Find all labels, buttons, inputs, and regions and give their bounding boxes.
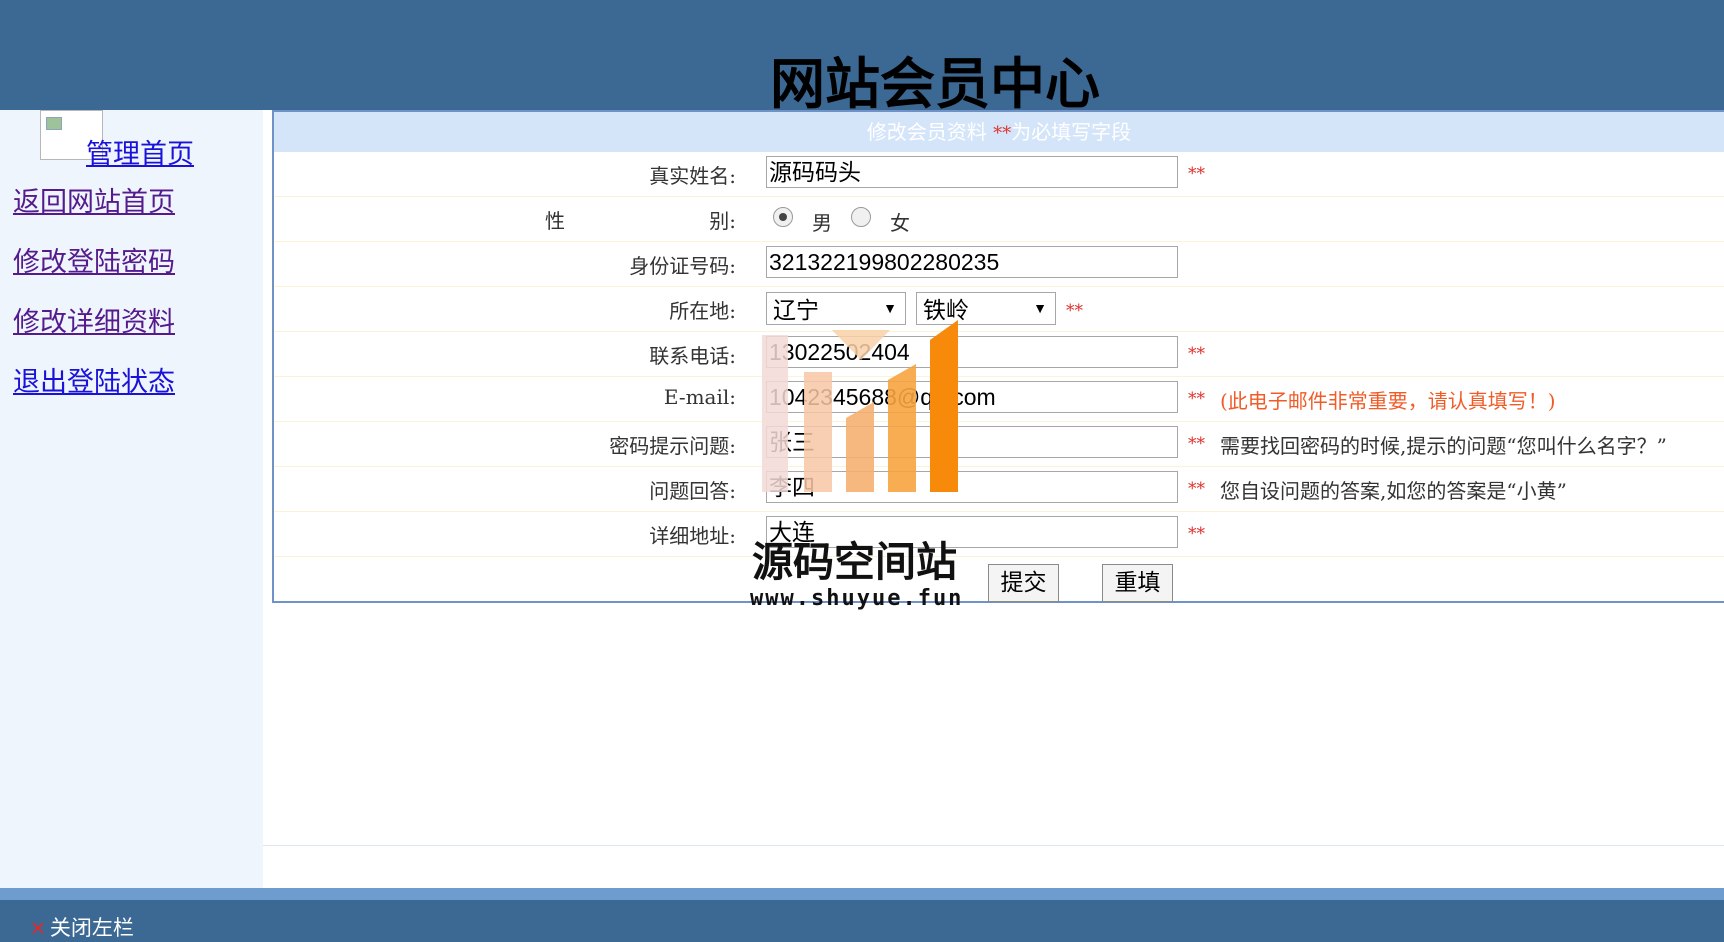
question-input[interactable]: 张三	[766, 426, 1178, 458]
province-value: 辽宁	[773, 297, 819, 323]
row-real-name: 真实姓名: 源码码头 **	[274, 152, 1724, 197]
form-heading-required-mark: **	[993, 123, 1012, 144]
sidebar-link-site-home[interactable]: 返回网站首页	[13, 180, 175, 219]
question-hint: 需要找回密码的时候,提示的问题“您叫什么名字？”	[1220, 434, 1667, 458]
address-label: 详细地址:	[649, 524, 736, 548]
submit-button[interactable]: 提交	[988, 564, 1059, 602]
answer-label: 问题回答:	[649, 479, 736, 503]
form-heading-suffix: 为必填写字段	[1011, 120, 1132, 144]
required-mark: **	[1188, 344, 1205, 364]
row-id-number: 身份证号码: 321322199802280235	[274, 242, 1724, 287]
row-address: 详细地址: 大连 **	[274, 512, 1724, 557]
row-gender: 性 别: 男 女	[274, 197, 1724, 242]
page-title: 网站会员中心	[769, 52, 1100, 116]
required-mark: **	[1188, 479, 1205, 499]
form-heading: 修改会员资料 **为必填写字段	[274, 112, 1724, 152]
id-number-input[interactable]: 321322199802280235	[766, 246, 1178, 278]
close-icon: ✕	[30, 918, 46, 940]
footer-strip	[0, 888, 1724, 900]
header-bar: 网站会员中心	[0, 0, 1724, 116]
required-mark: **	[1188, 389, 1205, 409]
row-location: 所在地: 辽宁 ▼ 铁岭 ▼ **	[274, 287, 1724, 332]
phone-label: 联系电话:	[649, 344, 736, 368]
watermark-url: www.shuyue.fun	[750, 586, 964, 611]
close-left-label: 关闭左栏	[49, 916, 134, 940]
sidebar-link-edit-profile[interactable]: 修改详细资料	[13, 300, 175, 339]
location-label: 所在地:	[669, 299, 736, 323]
profile-form-panel: 修改会员资料 **为必填写字段 真实姓名: 源码码头 ** 性 别: 男 女 身…	[272, 110, 1724, 603]
sidebar-link-logout[interactable]: 退出登陆状态	[13, 360, 175, 399]
row-email: E-mail: 1042345688@qq.com ** (此电子邮件非常重要，…	[274, 377, 1724, 422]
close-left-sidebar-button[interactable]: ✕ 关闭左栏	[30, 912, 134, 942]
chevron-down-icon: ▼	[883, 300, 897, 316]
gender-label-a: 性	[545, 209, 565, 233]
required-mark: **	[1188, 164, 1205, 184]
id-number-label: 身份证号码:	[629, 254, 736, 278]
gender-female-label: 女	[890, 211, 910, 235]
province-select[interactable]: 辽宁 ▼	[766, 292, 906, 325]
reset-button[interactable]: 重填	[1102, 564, 1173, 602]
chevron-down-icon: ▼	[1033, 300, 1047, 316]
gender-male-radio[interactable]	[773, 207, 793, 227]
required-mark: **	[1066, 301, 1083, 321]
row-phone: 联系电话: 13022502404 **	[274, 332, 1724, 377]
row-actions: 提交 重填	[274, 557, 1724, 602]
sidebar: 管理首页 返回网站首页 修改登陆密码 修改详细资料 退出登陆状态	[0, 110, 263, 888]
required-mark: **	[1188, 524, 1205, 544]
gender-female-radio[interactable]	[851, 207, 871, 227]
answer-input[interactable]: 李四	[766, 471, 1178, 503]
email-input[interactable]: 1042345688@qq.com	[766, 381, 1178, 413]
row-answer: 问题回答: 李四 ** 您自设问题的答案,如您的答案是“小黄”	[274, 467, 1724, 512]
watermark-name: 源码空间站	[752, 538, 957, 586]
gender-male-label: 男	[812, 211, 832, 235]
email-label: E-mail:	[663, 385, 736, 409]
email-hint: (此电子邮件非常重要，请认真填写！)	[1220, 389, 1556, 413]
real-name-label: 真实姓名:	[649, 164, 736, 188]
form-heading-title: 修改会员资料	[866, 120, 987, 144]
phone-input[interactable]: 13022502404	[766, 336, 1178, 368]
real-name-input[interactable]: 源码码头	[766, 156, 1178, 188]
footer-bar: ✕ 关闭左栏	[0, 900, 1724, 942]
city-value: 铁岭	[923, 297, 969, 323]
sidebar-link-admin-home[interactable]: 管理首页	[86, 132, 194, 171]
required-mark: **	[1188, 434, 1205, 454]
row-question: 密码提示问题: 张三 ** 需要找回密码的时候,提示的问题“您叫什么名字？”	[274, 422, 1724, 467]
answer-hint: 您自设问题的答案,如您的答案是“小黄”	[1220, 479, 1567, 503]
city-select[interactable]: 铁岭 ▼	[916, 292, 1056, 325]
sidebar-link-change-password[interactable]: 修改登陆密码	[13, 240, 175, 279]
gender-label-b: 别:	[709, 209, 736, 233]
content-divider	[263, 845, 1724, 846]
question-label: 密码提示问题:	[609, 434, 736, 458]
